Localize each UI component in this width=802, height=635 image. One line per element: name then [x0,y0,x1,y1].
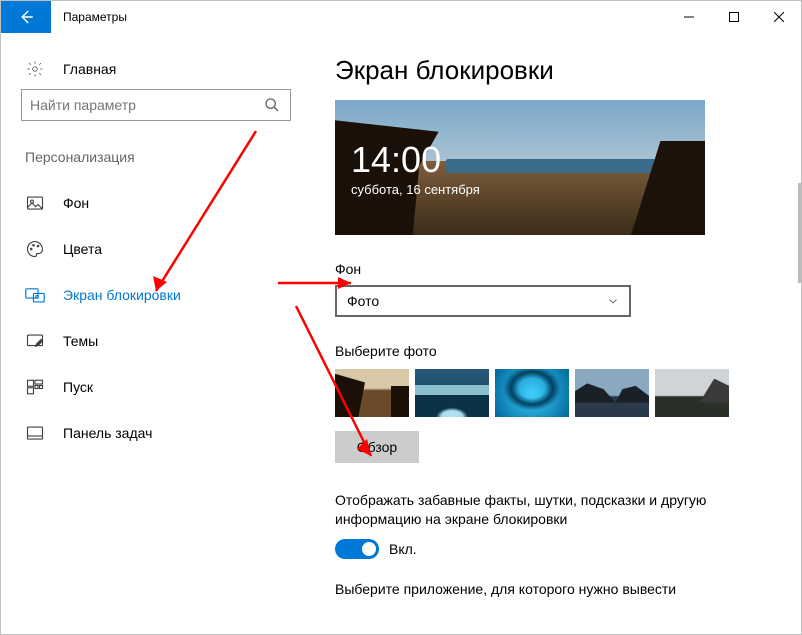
nav-background[interactable]: Фон [21,183,291,223]
nav-themes[interactable]: Темы [21,321,291,361]
nav-label: Панель задач [63,425,152,441]
browse-button[interactable]: Обзор [335,431,419,463]
lockscreen-icon [25,285,45,305]
lockscreen-preview: 14:00 суббота, 16 сентября [335,100,705,235]
page-heading: Экран блокировки [335,55,781,86]
photo-thumb-2[interactable] [415,369,489,417]
fun-facts-toggle[interactable] [335,539,379,559]
close-icon [774,12,784,22]
maximize-button[interactable] [711,1,756,33]
titlebar: Параметры [1,1,801,33]
search-input[interactable] [30,97,258,113]
preview-date: суббота, 16 сентября [351,182,480,197]
chevron-down-icon [607,295,619,307]
nav-label: Темы [63,333,98,349]
arrow-left-icon [17,8,35,26]
photo-thumb-1[interactable] [335,369,409,417]
window-controls [666,1,801,33]
nav-label: Цвета [63,241,102,257]
home-button[interactable]: Главная [21,49,291,89]
nav-colors[interactable]: Цвета [21,229,291,269]
close-button[interactable] [756,1,801,33]
dropdown-value: Фото [347,293,379,309]
preview-time: 14:00 [351,142,480,178]
home-label: Главная [63,61,116,77]
taskbar-icon [25,423,45,443]
app-status-label: Выберите приложение, для которого нужно … [335,581,781,597]
toggle-label: Вкл. [389,541,417,557]
nav-label: Экран блокировки [63,287,181,303]
nav-label: Фон [63,195,89,211]
sidebar: Главная Персонализация Фон Цвета Э [1,33,311,634]
window-title: Параметры [51,1,666,33]
section-title: Персонализация [21,149,291,165]
maximize-icon [729,12,739,22]
main-panel: Экран блокировки 14:00 суббота, 16 сентя… [311,33,801,634]
photo-thumb-5[interactable] [655,369,729,417]
start-icon [25,377,45,397]
back-button[interactable] [1,1,51,33]
minimize-icon [684,12,694,22]
photo-thumb-4[interactable] [575,369,649,417]
palette-icon [25,239,45,259]
search-box[interactable] [21,89,291,121]
fun-facts-label: Отображать забавные факты, шутки, подска… [335,491,781,529]
gear-icon [25,59,45,79]
nav-taskbar[interactable]: Панель задач [21,413,291,453]
background-dropdown[interactable]: Фото [335,285,631,317]
picture-icon [25,193,45,213]
choose-photo-label: Выберите фото [335,343,781,359]
photo-thumbnails [335,369,781,417]
themes-icon [25,331,45,351]
minimize-button[interactable] [666,1,711,33]
nav-start[interactable]: Пуск [21,367,291,407]
photo-thumb-3[interactable] [495,369,569,417]
background-label: Фон [335,261,781,277]
nav-label: Пуск [63,379,93,395]
nav-lockscreen[interactable]: Экран блокировки [21,275,291,315]
search-icon [262,95,282,115]
scrollbar[interactable] [798,183,801,283]
